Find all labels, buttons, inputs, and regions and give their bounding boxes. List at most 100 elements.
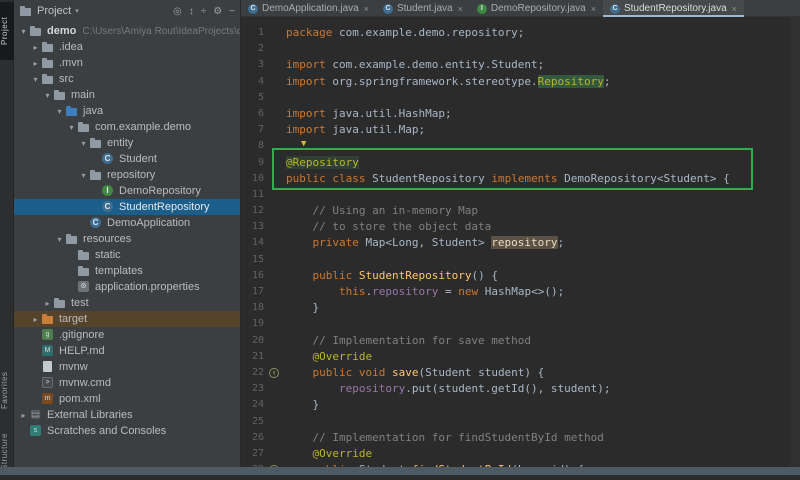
line-number: 19 <box>241 316 267 332</box>
close-tab-icon[interactable]: × <box>458 4 463 14</box>
gutter <box>267 430 282 446</box>
tree-item-studentrepository[interactable]: CStudentRepository <box>14 199 240 215</box>
tree-item-src[interactable]: ▾src <box>14 71 240 87</box>
tree-item-demoapplication[interactable]: CDemoApplication <box>14 215 240 231</box>
tree-item-mvn[interactable]: ▸.mvn <box>14 55 240 71</box>
code-line-12: 12 // Using an in-memory Map <box>241 203 800 219</box>
expand-all-icon[interactable]: ↕ <box>189 6 194 17</box>
chevron-expanded-icon[interactable]: ▾ <box>18 27 29 36</box>
override-method-icon[interactable]: ↑ <box>269 368 279 378</box>
tree-item-application-properties[interactable]: ⚙application.properties <box>14 279 240 295</box>
tree-item-mvnw-cmd[interactable]: > mvnw.cmd <box>14 375 240 391</box>
tree-item-label: mvnw.cmd <box>59 377 111 389</box>
stripe-favorites-button[interactable]: Favorites <box>0 362 14 418</box>
code-token: implements <box>491 172 557 185</box>
tree-item-external-libraries[interactable]: ▸▤External Libraries <box>14 407 240 423</box>
tree-item-target[interactable]: ▸target <box>14 311 240 327</box>
chevron-collapsed-icon[interactable]: ▸ <box>42 299 53 308</box>
library-icon: ▤ <box>29 409 43 421</box>
tree-item-label: test <box>71 297 89 309</box>
code-token: java.util.HashMap; <box>326 107 452 120</box>
collapse-all-icon[interactable]: ÷ <box>201 6 207 17</box>
code-token: @Override <box>286 350 372 363</box>
tree-item-com-example-demo[interactable]: ▾com.example.demo <box>14 119 240 135</box>
code-token: () { <box>471 269 498 282</box>
tab-demoapplication-java[interactable]: CDemoApplication.java× <box>241 0 376 17</box>
folder-icon <box>53 89 67 101</box>
gutter <box>267 446 282 462</box>
project-panel-title[interactable]: Project <box>37 5 71 17</box>
gutter <box>267 284 282 300</box>
locate-file-icon[interactable]: ◎ <box>173 6 182 17</box>
code-text: // Using an in-memory Map <box>282 203 478 219</box>
tree-item-gitignore[interactable]: g.gitignore <box>14 327 240 343</box>
hide-panel-icon[interactable]: − <box>229 6 235 17</box>
tree-item-label: .idea <box>59 41 83 53</box>
chevron-collapsed-icon[interactable]: ▸ <box>18 411 29 420</box>
tree-item-label: resources <box>83 233 131 245</box>
tab-demorepository-java[interactable]: IDemoRepository.java× <box>470 0 603 17</box>
tree-item-mvnw[interactable]: mvnw <box>14 359 240 375</box>
code-text: package com.example.demo.repository; <box>282 25 524 41</box>
line-number: 17 <box>241 284 267 300</box>
code-token: com.example.demo.repository; <box>332 26 524 39</box>
tree-item-resources[interactable]: ▾ resources <box>14 231 240 247</box>
folder-icon <box>89 169 103 181</box>
tree-item-student[interactable]: C Student <box>14 151 240 167</box>
editor-scrollbar[interactable] <box>790 17 800 467</box>
maven-xml-icon: m <box>41 393 55 405</box>
chevron-collapsed-icon[interactable]: ▸ <box>30 59 41 68</box>
chevron-expanded-icon[interactable]: ▾ <box>54 235 65 244</box>
chevron-collapsed-icon[interactable]: ▸ <box>30 43 41 52</box>
tree-item-java[interactable]: ▾java <box>14 103 240 119</box>
settings-gear-icon[interactable]: ⚙ <box>213 6 222 17</box>
tree-item-templates[interactable]: templates <box>14 263 240 279</box>
tree-item-label: DemoApplication <box>107 217 190 229</box>
close-tab-icon[interactable]: × <box>364 4 369 14</box>
chevron-down-icon[interactable]: ▾ <box>75 7 79 15</box>
tree-item-entity[interactable]: ▾entity <box>14 135 240 151</box>
class-icon: C <box>101 153 115 165</box>
tree-item-idea[interactable]: ▸ .idea <box>14 39 240 55</box>
gutter <box>267 90 282 106</box>
annotation-arrow-icon: ▼ <box>301 139 306 149</box>
tab-student-java[interactable]: CStudent.java× <box>376 0 470 17</box>
code-token: repository <box>339 382 405 395</box>
gutter <box>267 155 282 171</box>
code-line-3: 3 import com.example.demo.entity.Student; <box>241 57 800 73</box>
tree-item-pom-xml[interactable]: mpom.xml <box>14 391 240 407</box>
code-text: import com.example.demo.entity.Student; <box>282 57 544 73</box>
code-line-14: 14 private Map<Long, Student> repository… <box>241 235 800 251</box>
chevron-expanded-icon[interactable]: ▾ <box>42 91 53 100</box>
chevron-expanded-icon[interactable]: ▾ <box>66 123 77 132</box>
gutter <box>267 187 282 203</box>
chevron-expanded-icon[interactable]: ▾ <box>78 171 89 180</box>
interface-icon: I <box>477 4 487 14</box>
override-gutter[interactable]: ↑ <box>267 365 282 381</box>
tree-item-demorepository[interactable]: IDemoRepository <box>14 183 240 199</box>
chevron-expanded-icon[interactable]: ▾ <box>30 75 41 84</box>
code-editor[interactable]: 1package com.example.demo.repository;23i… <box>241 17 800 467</box>
chevron-expanded-icon[interactable]: ▾ <box>78 139 89 148</box>
code-token: import <box>286 107 326 120</box>
tree-item-help-md[interactable]: MHELP.md <box>14 343 240 359</box>
cmd-file-icon: > <box>41 377 55 389</box>
chevron-expanded-icon[interactable]: ▾ <box>54 107 65 116</box>
close-tab-icon[interactable]: × <box>591 4 596 14</box>
line-number: 3 <box>241 57 267 73</box>
tree-item-static[interactable]: static <box>14 247 240 263</box>
folder-icon <box>41 57 55 69</box>
code-line-7: 7import java.util.Map; <box>241 122 800 138</box>
tree-item-repository[interactable]: ▾repository <box>14 167 240 183</box>
line-number: 24 <box>241 397 267 413</box>
tree-item-main[interactable]: ▾main <box>14 87 240 103</box>
tree-item-test[interactable]: ▸ test <box>14 295 240 311</box>
code-token: // to store the object data <box>286 220 491 233</box>
tree-item-label: Student <box>119 153 157 165</box>
chevron-collapsed-icon[interactable]: ▸ <box>30 315 41 324</box>
tab-studentrepository-java[interactable]: CStudentRepository.java× <box>603 0 744 17</box>
close-tab-icon[interactable]: × <box>732 4 737 14</box>
tree-item-scratches-and-consoles[interactable]: sScratches and Consoles <box>14 423 240 439</box>
tree-item-demo[interactable]: ▾demoC:\Users\Amiya Rout\IdeaProjects\de… <box>14 23 240 39</box>
stripe-project-button[interactable]: Project <box>0 2 14 60</box>
